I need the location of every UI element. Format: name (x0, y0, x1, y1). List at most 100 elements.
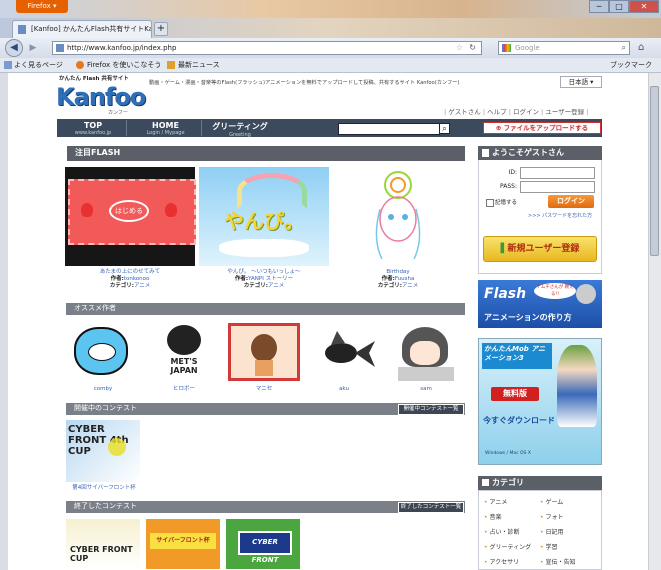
user-icon (482, 148, 489, 157)
thumb-1-start-button: はじめる (109, 200, 149, 222)
scrollbar-thumb[interactable] (650, 86, 659, 256)
finished-contest-thumb-1[interactable]: CYBER FRONT CUP (66, 519, 140, 569)
category-anime[interactable]: アニメ (484, 497, 507, 506)
category-photo[interactable]: フォト (540, 512, 563, 521)
category-game[interactable]: ゲーム (540, 497, 563, 506)
bookmark-getting-started[interactable]: Firefox を使いこなそう (87, 58, 161, 72)
featured-title-2[interactable]: やんぴ。 〜いつもいっしょ〜 (199, 269, 329, 276)
search-input[interactable]: Google ⌕ (498, 41, 630, 55)
finished-list-button[interactable]: 終了したコンテスト一覧 (398, 502, 464, 513)
remember-label: 記憶する (495, 200, 518, 206)
ongoing-contest-thumb[interactable]: CYBER FRONT 4th CUP (66, 420, 140, 482)
google-icon (502, 44, 511, 52)
category-accessory[interactable]: アクセサリ (484, 557, 519, 566)
author-label: 作者: (234, 276, 249, 282)
ongoing-contest-label[interactable]: 第4回サイバーフロント杯 (64, 485, 144, 492)
kantan-mob-banner[interactable]: かんたんMob アニメーション3 無料版 今すぐダウンロード Windows /… (478, 338, 602, 465)
author-thumb-manise[interactable] (228, 323, 300, 381)
author-name-3[interactable]: マニセ (228, 386, 300, 393)
author-thumb-sam[interactable] (388, 323, 464, 383)
remember-checkbox[interactable] (486, 199, 494, 207)
category-label: カテゴリ: (377, 283, 402, 289)
reload-icon[interactable]: ↻ (469, 42, 476, 54)
ongoing-list-button[interactable]: 開催中コンテスト一覧 (398, 404, 464, 415)
featured-thumb-1[interactable]: はじめる (65, 167, 196, 266)
featured-author-1[interactable]: tonkonoo (124, 276, 150, 282)
forward-icon[interactable]: ▶ (26, 42, 40, 55)
category-fortune[interactable]: 占い・診断 (484, 527, 519, 536)
author-thumb-comby[interactable] (66, 323, 140, 383)
bookmarks-toolbar: よく見るページ Firefox を使いこなそう 最新ニュース ブックマーク (0, 58, 661, 73)
maximize-button[interactable]: □ (609, 0, 629, 13)
welcome-text: ようこそゲストさん (492, 148, 564, 157)
featured-title-1[interactable]: あたまの上にのせてみて (65, 269, 195, 276)
finished-contest-thumb-2[interactable]: サイバーフロント杯 (146, 519, 220, 569)
thumb-2-title: やんぴ。 (224, 209, 304, 233)
site-search-input[interactable] (338, 123, 440, 135)
featured-category-2[interactable]: アニメ (268, 283, 284, 289)
author-name-1[interactable]: comby (66, 386, 140, 393)
home-icon[interactable]: ⌂ (638, 42, 650, 54)
register-button[interactable]: ▌新規ユーザー登録 (483, 236, 597, 262)
category-study[interactable]: 学習 (540, 542, 557, 551)
site-search-icon[interactable]: ⌕ (439, 123, 450, 134)
language-select[interactable]: 日本語 ▾ (560, 76, 602, 88)
window-titlebar (0, 0, 661, 18)
nav-greeting[interactable]: グリーティング Greeting (206, 121, 274, 138)
featured-thumb-3[interactable] (333, 167, 463, 266)
nav-home[interactable]: HOME Login / Mypage (133, 121, 198, 136)
login-button[interactable]: ログイン (548, 195, 594, 208)
category-greeting[interactable]: グリーティング (484, 542, 531, 551)
bookmark-latest-news[interactable]: 最新ニュース (178, 58, 220, 72)
password-input[interactable] (520, 181, 595, 193)
tab-kanfoo[interactable]: [Kanfoo] かんたんFlash共有サイトKa... (12, 20, 152, 38)
link-help[interactable]: ヘルプ (487, 108, 507, 116)
flash-tutorial-banner[interactable]: Flash ナムチさんが 教える!! アニメーションの作り方 (478, 280, 602, 328)
close-window-button[interactable]: ✕ (629, 0, 659, 13)
link-register[interactable]: ユーザー登録 (545, 108, 584, 116)
banner2-download: 今すぐダウンロード (483, 416, 555, 425)
search-icon[interactable]: ⌕ (622, 42, 626, 54)
link-guest[interactable]: ゲストさん (448, 108, 481, 116)
category-music[interactable]: 音楽 (484, 512, 501, 521)
nav-top[interactable]: TOP www.kanfoo.jp (63, 121, 123, 136)
banner2-badge: 無料版 (491, 387, 539, 401)
featured-author-2[interactable]: YANPI ストーリー (248, 276, 293, 282)
author-name-4[interactable]: aku (307, 386, 381, 393)
thumb-1-character-left (81, 203, 93, 217)
category-promo[interactable]: 宣伝・告知 (540, 557, 575, 566)
hirobo-logo-text: MET'S JAPAN (170, 357, 198, 375)
back-icon[interactable]: ◀ (5, 39, 23, 57)
firefox-menu-button[interactable]: Firefox ▾ (16, 0, 68, 13)
upload-button[interactable]: ⊕ ファイルをアップロードする (483, 122, 601, 134)
minimize-button[interactable]: ─ (589, 0, 609, 13)
banner2-character (557, 345, 597, 427)
site-logo[interactable]: Kanfoo (56, 83, 146, 111)
author-thumb-hirobo[interactable]: MET'S JAPAN (147, 323, 221, 383)
id-input[interactable] (520, 167, 595, 179)
finished-contest-thumb-3[interactable]: CYBER FRONT (226, 519, 300, 569)
new-tab-button[interactable]: + (154, 22, 168, 36)
author-name-5[interactable]: sam (388, 386, 464, 393)
featured-author-3[interactable]: Fuusha (395, 276, 415, 282)
forgot-password-link[interactable]: >>> パスワードを忘れた方 (528, 212, 592, 219)
url-input[interactable]: http://www.kanfoo.jp/index.php ☆ ↻ (52, 41, 482, 55)
featured-thumb-2[interactable]: やんぴ。 (199, 167, 329, 266)
id-label: ID: (508, 169, 517, 176)
link-login[interactable]: ログイン (513, 108, 539, 116)
author-name-2[interactable]: ヒロボー (147, 386, 221, 393)
bookmarks-menu[interactable]: ブックマーク (610, 58, 652, 72)
nav-greeting-sub: Greeting (229, 132, 251, 138)
bookmark-most-visited[interactable]: よく見るページ (14, 58, 63, 72)
author-thumb-aku[interactable] (307, 323, 381, 383)
web-page: かんたん Flash 共有サイト Kanfoo カンフー 動画・ゲーム・漫画・音… (8, 73, 648, 570)
bookmark-star-icon[interactable]: ☆ (456, 42, 463, 54)
ongoing-thumb-badge (108, 438, 126, 456)
category-diary[interactable]: 日記用 (540, 527, 563, 536)
banner2-title: かんたんMob アニメーション3 (482, 343, 552, 369)
site-logo-sub: カンフー (108, 110, 128, 116)
featured-title-3[interactable]: Birthday (333, 269, 463, 276)
featured-category-3[interactable]: アニメ (402, 283, 418, 289)
featured-category-1[interactable]: アニメ (134, 283, 150, 289)
register-icon: ▌ (500, 244, 508, 254)
